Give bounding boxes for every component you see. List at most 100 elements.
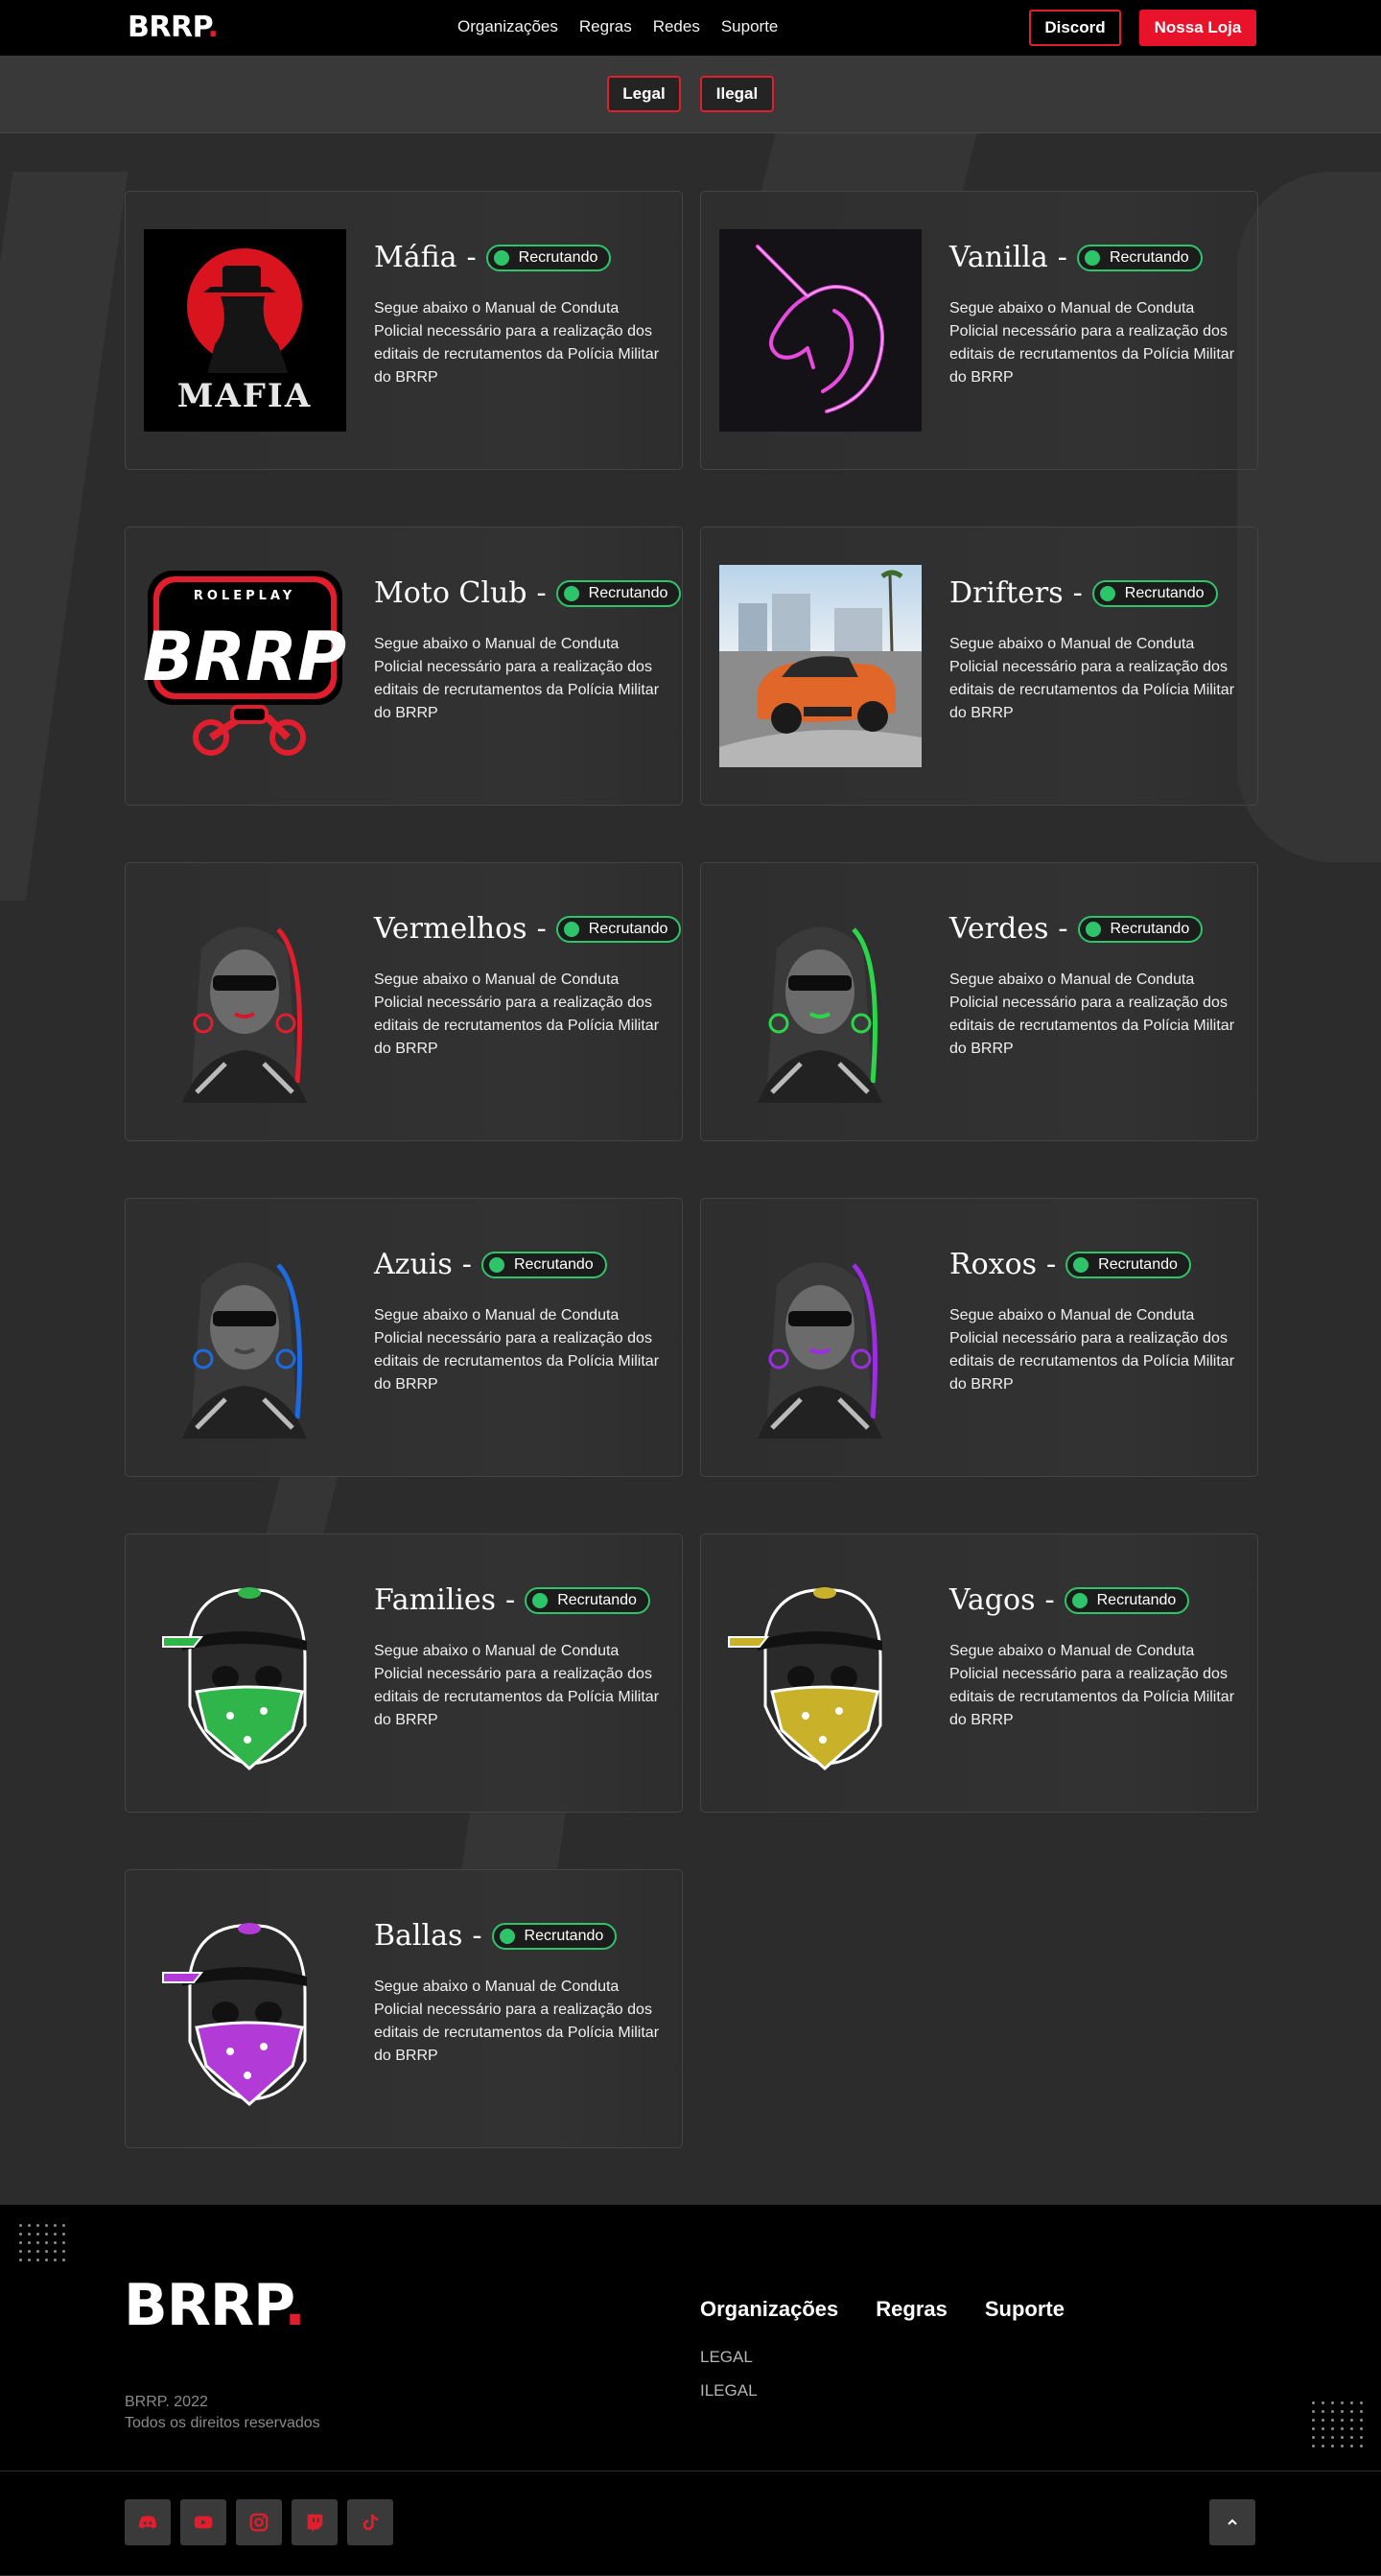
discord-button[interactable]: Discord: [1029, 10, 1121, 46]
organizations-grid: MAFIA Máfia - Recrutando Segue abaixo o M…: [0, 133, 1381, 2205]
org-card-drifters[interactable]: Drifters - Recrutando Segue abaixo o Manu…: [700, 527, 1258, 806]
footer-brand-text: BRRP: [124, 2272, 285, 2339]
org-card-moto-club[interactable]: ROLEPLAY BRRP Moto Club - Recrutando Segu…: [125, 527, 683, 806]
bg-shape: [1237, 172, 1381, 862]
card-title: Azuis: [374, 1248, 453, 1281]
status-label: Recrutando: [524, 1927, 604, 1944]
card-title-row: Moto Club - Recrutando: [374, 576, 682, 610]
nossa-loja-button[interactable]: Nossa Loja: [1139, 10, 1256, 46]
card-description: Segue abaixo o Manual de Conduta Policia…: [374, 300, 660, 386]
footer-link-regras[interactable]: Regras: [876, 2297, 948, 2322]
card-description: Segue abaixo o Manual de Conduta Policia…: [374, 972, 660, 1057]
card-description: Segue abaixo o Manual de Conduta Policia…: [374, 1643, 660, 1728]
org-card-roxos[interactable]: Roxos - Recrutando Segue abaixo o Manual …: [700, 1198, 1258, 1477]
status-badge: Recrutando: [1065, 1251, 1191, 1278]
title-dash: -: [536, 576, 547, 610]
footer-link-organizacoes[interactable]: Organizações: [700, 2297, 838, 2322]
status-label: Recrutando: [1096, 1591, 1177, 1608]
instagram-social-button[interactable]: [236, 2499, 282, 2545]
org-card-azuis[interactable]: Azuis - Recrutando Segue abaixo o Manual …: [125, 1198, 683, 1477]
scroll-to-top-button[interactable]: [1209, 2499, 1255, 2545]
brrp-motoclub-logo-image: ROLEPLAY BRRP: [144, 565, 346, 767]
brand-text: BRRP: [128, 11, 208, 44]
footer-nav: Organizações Regras Suporte: [700, 2297, 1065, 2322]
org-card-ballas[interactable]: Ballas - Recrutando Segue abaixo o Manual…: [125, 1869, 683, 2148]
main-nav: Organizações Regras Redes Suporte: [457, 17, 778, 36]
card-description: Segue abaixo o Manual de Conduta Policia…: [949, 972, 1235, 1057]
card-title: Moto Club: [374, 576, 527, 610]
footer-brand-logo[interactable]: BRRP.: [124, 2272, 306, 2339]
drift-car-image: [719, 565, 922, 767]
status-label: Recrutando: [557, 1591, 637, 1608]
card-title-row: Drifters - Recrutando: [949, 576, 1218, 610]
twitch-social-button[interactable]: [292, 2499, 338, 2545]
card-title: Máfia: [374, 241, 457, 274]
status-dot-icon: [1099, 585, 1115, 601]
footer: BRRP. BRRP. 2022 Todos os direitos reser…: [0, 2205, 1381, 2471]
status-dot-icon: [532, 1592, 549, 1608]
card-description: Segue abaixo o Manual de Conduta Policia…: [949, 1307, 1235, 1393]
youtube-social-button[interactable]: [180, 2499, 226, 2545]
card-title-row: Ballas - Recrutando: [374, 1919, 618, 1953]
card-title-row: Roxos - Recrutando: [949, 1248, 1191, 1281]
status-label: Recrutando: [588, 584, 668, 601]
dots-decoration: [1312, 2401, 1369, 2453]
status-badge: Recrutando: [1077, 915, 1204, 943]
skull-bandana-yellow-image: [719, 1572, 922, 1774]
gang-girl-red-image: [144, 901, 346, 1103]
footer-link-ilegal[interactable]: ILEGAL: [700, 2381, 758, 2400]
org-card-vagos[interactable]: Vagos - Recrutando Segue abaixo o Manual …: [700, 1534, 1258, 1813]
footer-bottom-bar: [0, 2471, 1381, 2575]
discord-social-button[interactable]: [125, 2499, 171, 2545]
mafia-logo-image: MAFIA: [144, 229, 346, 432]
status-dot-icon: [499, 1928, 515, 1944]
footer-link-legal[interactable]: LEGAL: [700, 2348, 753, 2367]
bg-shape: [0, 172, 129, 901]
org-card-families[interactable]: Families - Recrutando Segue abaixo o Manu…: [125, 1534, 683, 1813]
tiktok-social-button[interactable]: [347, 2499, 393, 2545]
card-description: Segue abaixo o Manual de Conduta Policia…: [374, 1307, 660, 1393]
status-dot-icon: [1085, 921, 1101, 937]
card-title-row: Máfia - Recrutando: [374, 241, 612, 274]
org-card-verdes[interactable]: Verdes - Recrutando Segue abaixo o Manual…: [700, 862, 1258, 1141]
chevron-up-icon: [1228, 2518, 1237, 2525]
title-dash: -: [1072, 576, 1083, 610]
status-label: Recrutando: [1124, 584, 1205, 601]
skull-bandana-green-image: [144, 1572, 346, 1774]
brand-logo[interactable]: BRRP.: [128, 11, 219, 44]
nav-link-suporte[interactable]: Suporte: [721, 17, 779, 36]
copyright-line-1: BRRP. 2022: [125, 2394, 208, 2410]
nav-link-redes[interactable]: Redes: [653, 17, 700, 36]
gang-girl-blue-image: [144, 1236, 346, 1439]
card-title-row: Vermelhos - Recrutando: [374, 912, 682, 946]
card-title: Families: [374, 1583, 497, 1617]
status-dot-icon: [563, 585, 579, 601]
card-title: Vanilla: [949, 241, 1048, 274]
instagram-icon: [249, 2513, 269, 2532]
status-dot-icon: [1071, 1592, 1088, 1608]
motoclub-logo-small-text: ROLEPLAY: [194, 589, 295, 603]
status-badge: Recrutando: [480, 1251, 607, 1278]
filter-ilegal-button[interactable]: Ilegal: [700, 76, 774, 112]
title-dash: -: [1044, 1583, 1055, 1617]
card-title: Vermelhos: [374, 912, 527, 946]
motoclub-logo-text: BRRP: [144, 618, 346, 696]
footer-link-suporte[interactable]: Suporte: [985, 2297, 1065, 2322]
org-card-vermelhos[interactable]: Vermelhos - Recrutando Segue abaixo o Man…: [125, 862, 683, 1141]
status-badge: Recrutando: [525, 1586, 650, 1614]
card-title-row: Verdes - Recrutando: [949, 912, 1204, 946]
card-title: Drifters: [949, 576, 1064, 610]
title-dash: -: [1057, 241, 1067, 274]
card-description: Segue abaixo o Manual de Conduta Policia…: [949, 300, 1235, 386]
status-badge: Recrutando: [1064, 1586, 1190, 1614]
filter-legal-button[interactable]: Legal: [607, 76, 681, 112]
org-card-mafia[interactable]: MAFIA Máfia - Recrutando Segue abaixo o M…: [125, 191, 683, 470]
dots-decoration: [19, 2224, 71, 2267]
status-dot-icon: [1073, 1256, 1089, 1273]
status-label: Recrutando: [518, 248, 598, 266]
nav-link-organizacoes[interactable]: Organizações: [457, 17, 558, 36]
status-label: Recrutando: [588, 920, 668, 937]
nav-link-regras[interactable]: Regras: [579, 17, 632, 36]
org-card-vanilla[interactable]: Vanilla - Recrutando Segue abaixo o Manua…: [700, 191, 1258, 470]
title-dash: -: [461, 1248, 472, 1281]
